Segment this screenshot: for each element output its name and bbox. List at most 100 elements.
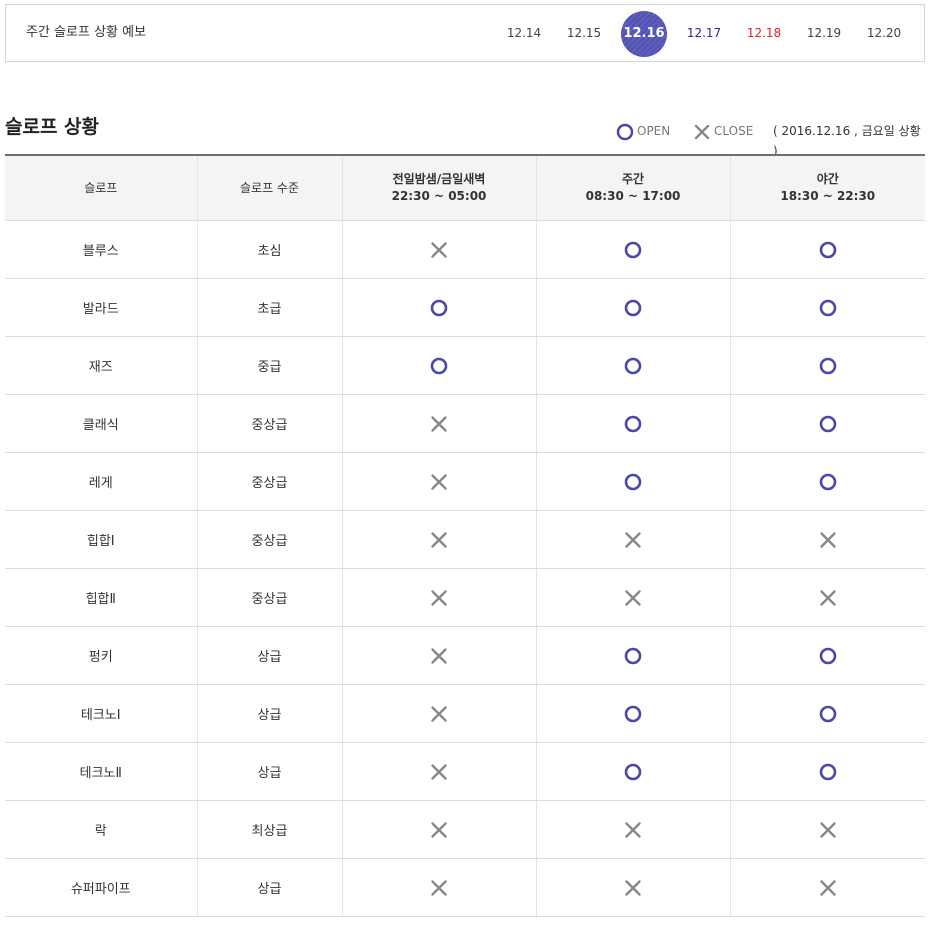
status-cell-1	[535, 452, 730, 511]
close-x-icon	[431, 705, 447, 722]
status-cell-0	[341, 452, 536, 511]
status-cell-1	[535, 510, 730, 569]
legend-open: OPEN	[616, 121, 670, 141]
table-row: 펑키 상급	[5, 626, 925, 685]
close-x-icon	[431, 647, 447, 664]
forecast-date-6[interactable]: 12.20	[854, 5, 914, 61]
open-circle-icon	[819, 299, 837, 316]
close-x-icon	[625, 821, 641, 838]
status-cell-0	[341, 220, 536, 279]
open-circle-icon	[819, 705, 837, 722]
slope-level: 상급	[196, 626, 342, 685]
status-cell-0	[341, 336, 536, 395]
status-cell-0	[341, 510, 536, 569]
forecast-date-4[interactable]: 12.18	[734, 5, 794, 61]
status-cell-2	[729, 626, 925, 685]
table-row: 테크노Ⅱ 상급	[5, 742, 925, 801]
slope-name: 발라드	[5, 278, 197, 337]
status-cell-2	[729, 742, 925, 801]
column-header-label: 슬로프	[84, 180, 118, 195]
close-x-icon	[431, 589, 447, 606]
status-cell-1	[535, 568, 730, 627]
status-cell-1	[535, 394, 730, 453]
open-circle-icon	[430, 357, 448, 374]
open-circle-icon	[819, 241, 837, 258]
table-row: 발라드 초급	[5, 278, 925, 337]
status-cell-1	[535, 336, 730, 395]
forecast-date-label: 12.18	[746, 26, 782, 40]
open-circle-icon	[819, 357, 837, 374]
forecast-date-0[interactable]: 12.14	[494, 5, 554, 61]
column-header-label: 야간	[816, 172, 839, 186]
open-circle-icon	[819, 763, 837, 780]
slope-name: 락	[5, 800, 197, 859]
status-cell-0	[341, 684, 536, 743]
column-header-label: 전일밤샘/금일새벽	[392, 172, 486, 186]
table-row: 재즈 중급	[5, 336, 925, 395]
status-cell-0	[341, 626, 536, 685]
weekly-forecast-bar: 주간 슬로프 상황 예보 12.14 12.15 12.16 12.17 12.18 12…	[5, 4, 925, 62]
status-cell-2	[729, 684, 925, 743]
close-x-icon	[431, 415, 447, 432]
status-cell-1	[535, 858, 730, 917]
status-cell-2	[729, 336, 925, 395]
close-x-icon	[431, 879, 447, 896]
slope-level: 상급	[196, 742, 342, 801]
open-circle-icon	[819, 415, 837, 432]
slope-name: 블루스	[5, 220, 197, 279]
slope-level: 중상급	[196, 452, 342, 511]
slope-name: 재즈	[5, 336, 197, 395]
slope-level: 중상급	[196, 394, 342, 453]
column-header-3: 주간 08:30 ~ 17:00	[535, 154, 730, 221]
slope-level: 중상급	[196, 568, 342, 627]
status-cell-0	[341, 742, 536, 801]
forecast-title: 주간 슬로프 상황 예보	[26, 25, 147, 40]
table-header-row: 슬로프 슬로프 수준 전일밤샘/금일새벽 22:30 ~ 05:00 주간 08:30 ~…	[5, 154, 925, 221]
open-circle-icon	[624, 647, 642, 664]
slope-name: 레게	[5, 452, 197, 511]
legend-close-label: CLOSE	[714, 124, 754, 138]
column-header-time: 18:30 ~ 22:30	[780, 189, 876, 203]
forecast-date-2[interactable]: 12.16	[614, 5, 674, 61]
close-x-icon	[625, 589, 641, 606]
close-x-icon	[820, 531, 836, 548]
close-x-icon	[820, 879, 836, 896]
legend-open-label: OPEN	[637, 124, 671, 138]
close-x-icon	[625, 531, 641, 548]
forecast-date-label: 12.20	[866, 26, 902, 40]
close-x-icon	[431, 473, 447, 490]
slope-name: 테크노Ⅱ	[5, 742, 197, 801]
open-circle-icon	[624, 299, 642, 316]
open-circle-icon	[819, 473, 837, 490]
forecast-date-1[interactable]: 12.15	[554, 5, 614, 61]
status-cell-0	[341, 394, 536, 453]
close-x-icon	[820, 589, 836, 606]
open-circle-icon	[624, 241, 642, 258]
status-cell-2	[729, 220, 925, 279]
slope-level: 최상급	[196, 800, 342, 859]
table-row: 클래식 중상급	[5, 394, 925, 453]
section-title: 슬로프 상황	[5, 116, 100, 138]
column-header-4: 야간 18:30 ~ 22:30	[729, 154, 925, 221]
table-row: 블루스 초심	[5, 220, 925, 279]
slope-level: 상급	[196, 684, 342, 743]
open-circle-icon	[624, 705, 642, 722]
table-row: 힙합Ⅰ 중상급	[5, 510, 925, 569]
slope-level: 중상급	[196, 510, 342, 569]
open-circle-icon	[624, 763, 642, 780]
slope-level: 초심	[196, 220, 342, 279]
forecast-date-label: 12.19	[806, 26, 842, 40]
legend-close: CLOSE	[693, 121, 753, 141]
status-cell-0	[341, 568, 536, 627]
forecast-date-3[interactable]: 12.17	[674, 5, 734, 61]
slope-level: 상급	[196, 858, 342, 917]
slope-name: 힙합Ⅰ	[5, 510, 197, 569]
forecast-date-label: 12.15	[566, 26, 602, 40]
forecast-date-5[interactable]: 12.19	[794, 5, 854, 61]
table-row: 힙합Ⅱ 중상급	[5, 568, 925, 627]
column-header-label: 슬로프 수준	[239, 180, 299, 195]
table-body: 블루스 초심 발라드 초급 재즈 중급 클래식 중상급 레게 중상급 힙합Ⅰ 중상급 힙합Ⅱ 중상급 펑키 상…	[5, 220, 925, 917]
slope-name: 슈퍼파이프	[5, 858, 197, 917]
status-date-note: ( 2016.12.16 , 금요일 상황 )	[773, 124, 921, 158]
status-cell-2	[729, 510, 925, 569]
